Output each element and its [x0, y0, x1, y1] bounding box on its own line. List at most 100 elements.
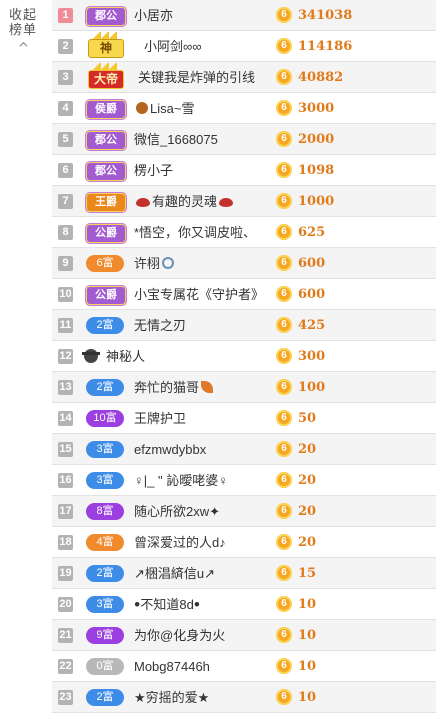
noble-rank-badge: 郡公 [86, 7, 126, 26]
ranking-row[interactable]: 8 公爵 *悟空，你又调皮啦、 6 625 [52, 217, 436, 248]
user-name[interactable]: 曾深爱过的人d♪ [134, 534, 226, 551]
noble-rank-badge: 王爵 [86, 193, 126, 212]
ranking-row[interactable]: 17 8富 随心所欲2xw✦ 6 20 [52, 496, 436, 527]
rank-number: 21 [58, 628, 73, 643]
user-name[interactable]: 奔忙的猫哥 [134, 379, 215, 396]
user-name-text: ꔷ不知道8dꔷ [134, 597, 201, 612]
coin-icon: 6 [276, 565, 292, 581]
rank-number: 23 [58, 690, 73, 705]
ranking-row[interactable]: 13 2富 奔忙的猫哥 6 100 [52, 372, 436, 403]
user-name[interactable]: 许栩 [134, 255, 176, 272]
coin-icon: 6 [276, 286, 292, 302]
contribution-score: 425 [298, 318, 326, 333]
user-name[interactable]: ♀|_ " 訫曖咾婆♀ [134, 472, 228, 489]
ranking-row[interactable]: 18 4富 曾深爱过的人d♪ 6 20 [52, 527, 436, 558]
crown-badge-label: 大帝 [88, 70, 124, 89]
user-name[interactable]: 小宝专属花《守护者》 [134, 286, 264, 303]
rank-number: 18 [58, 535, 73, 550]
user-name-text: 曾深爱过的人d♪ [134, 535, 226, 550]
contribution-score: 341038 [298, 8, 353, 23]
user-name[interactable]: ★穷摇的爱★ [134, 689, 209, 706]
user-name-text: efzmwdybbx [134, 442, 207, 457]
wealth-level-badge: 4富 [86, 534, 124, 551]
user-name-text: 小阿剑∞∞ [144, 39, 202, 54]
contribution-score: 20 [298, 473, 317, 488]
user-name[interactable]: ↗梱淐緕信u↗ [134, 565, 215, 582]
collapse-ranking-button[interactable]: 收起 榜单 [0, 0, 46, 52]
ranking-row[interactable]: 19 2富 ↗梱淐緕信u↗ 6 15 [52, 558, 436, 589]
rank-number: 10 [58, 287, 73, 302]
ranking-row[interactable]: 12 神秘人 6 300 [52, 341, 436, 372]
wealth-level-badge: 3富 [86, 596, 124, 613]
rank-number: 3 [58, 70, 73, 85]
ranking-row[interactable]: 1 郡公 小居亦 6 341038 [52, 0, 436, 31]
user-name[interactable]: 微信_1668075 [134, 131, 218, 148]
user-name-text: *悟空，你又调皮啦、 [134, 225, 257, 240]
contribution-score: 10 [298, 628, 317, 643]
ranking-row[interactable]: 23 2富 ★穷摇的爱★ 6 10 [52, 682, 436, 713]
rank-number: 4 [58, 101, 73, 116]
rank-number: 1 [58, 8, 73, 23]
user-name[interactable]: Lisa~雪 [134, 100, 194, 117]
coin-icon: 6 [276, 193, 292, 209]
ranking-row[interactable]: 16 3富 ♀|_ " 訫曖咾婆♀ 6 20 [52, 465, 436, 496]
user-name[interactable]: 楞小子 [134, 162, 173, 179]
ranking-row[interactable]: 7 王爵 有趣的灵魂 6 1000 [52, 186, 436, 217]
user-name[interactable]: 随心所欲2xw✦ [134, 503, 220, 520]
noble-rank-badge: 公爵 [86, 224, 126, 243]
ranking-row[interactable]: 10 公爵 小宝专属花《守护者》 6 600 [52, 279, 436, 310]
user-name-text: ↗梱淐緕信u↗ [134, 566, 216, 581]
user-name[interactable]: 小居亦 [134, 7, 173, 24]
ranking-row[interactable]: 21 9富 为你@化身为火 6 10 [52, 620, 436, 651]
contribution-score: 600 [298, 256, 326, 271]
ranking-row[interactable]: 14 10富 王牌护卫 6 50 [52, 403, 436, 434]
ranking-row[interactable]: 4 侯爵 Lisa~雪 6 3000 [52, 93, 436, 124]
coin-icon: 6 [276, 410, 292, 426]
ranking-row[interactable]: 9 6富 许栩 6 600 [52, 248, 436, 279]
paw-icon [136, 102, 148, 114]
ranking-row[interactable]: 11 2富 无情之刃 6 425 [52, 310, 436, 341]
lips-icon [136, 198, 150, 207]
coin-icon: 6 [276, 472, 292, 488]
noble-rank-badge: 郡公 [86, 162, 126, 181]
rank-number: 11 [58, 318, 73, 333]
coin-icon: 6 [276, 658, 292, 674]
ranking-row[interactable]: 6 郡公 楞小子 6 1098 [52, 155, 436, 186]
ranking-row[interactable]: 20 3富 ꔷ不知道8dꔷ 6 10 [52, 589, 436, 620]
wealth-level-badge: 3富 [86, 441, 124, 458]
user-name[interactable]: 小阿剑∞∞ [144, 38, 202, 55]
wealth-level-badge: 2富 [86, 317, 124, 334]
user-name[interactable]: Mobg87446h [134, 658, 210, 675]
rank-number: 8 [58, 225, 73, 240]
coin-icon: 6 [276, 534, 292, 550]
contribution-score: 1098 [298, 163, 335, 178]
ranking-row[interactable]: 3 大帝 关键我是炸弹的引线 6 40882 [52, 62, 436, 93]
user-name[interactable]: 无情之刃 [134, 317, 186, 334]
user-name[interactable]: efzmwdybbx [134, 441, 206, 458]
contribution-score: 3000 [298, 101, 335, 116]
user-name-text: 王牌护卫 [134, 411, 187, 426]
user-name[interactable]: *悟空，你又调皮啦、 [134, 224, 256, 241]
user-name[interactable]: 有趣的灵魂 [134, 193, 235, 210]
lips-icon [219, 198, 234, 207]
noble-rank-badge: 公爵 [86, 286, 126, 305]
ranking-row[interactable]: 22 0富 Mobg87446h 6 10 [52, 651, 436, 682]
ranking-row[interactable]: 2 神 小阿剑∞∞ 6 114186 [52, 31, 436, 62]
rank-number: 5 [58, 132, 73, 147]
user-name[interactable]: 王牌护卫 [134, 410, 186, 427]
ranking-row[interactable]: 15 3富 efzmwdybbx 6 20 [52, 434, 436, 465]
user-name[interactable]: 为你@化身为火 [134, 627, 225, 644]
contribution-score: 10 [298, 659, 317, 674]
user-name-text: 微信_1668075 [134, 132, 218, 147]
rank-number: 15 [58, 442, 73, 457]
user-name[interactable]: ꔷ不知道8dꔷ [134, 596, 200, 613]
collapse-label-line1: 收起 [8, 7, 37, 22]
user-name[interactable]: 神秘人 [106, 348, 145, 365]
ranking-row[interactable]: 5 郡公 微信_1668075 6 2000 [52, 124, 436, 155]
coin-icon: 6 [276, 627, 292, 643]
user-name[interactable]: 关键我是炸弹的引线 [138, 69, 255, 86]
contribution-score: 114186 [298, 39, 353, 54]
user-name-text: 有趣的灵魂 [152, 194, 218, 209]
contribution-score: 1000 [298, 194, 335, 209]
rank-number: 14 [58, 411, 73, 426]
